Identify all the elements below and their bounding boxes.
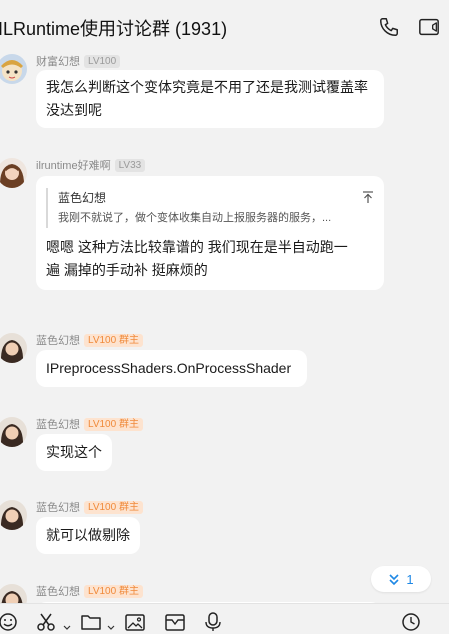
message-text: 实现这个 xyxy=(46,444,102,460)
sender-name[interactable]: 蓝色幻想 xyxy=(36,332,80,348)
jump-to-original-icon[interactable] xyxy=(362,190,374,204)
avatar[interactable] xyxy=(0,417,27,447)
avatar[interactable] xyxy=(0,158,27,188)
double-chevron-down-icon xyxy=(389,573,399,585)
scissors-icon[interactable] xyxy=(36,612,58,632)
inbox-icon[interactable] xyxy=(164,612,186,632)
sender-name[interactable]: 蓝色幻想 xyxy=(36,499,80,515)
group-title[interactable]: ILRuntime使用讨论群 (1931) xyxy=(0,15,227,41)
message-bubble[interactable]: IPreprocessShaders.OnProcessShader xyxy=(36,350,307,387)
input-toolbar xyxy=(0,603,449,634)
avatar[interactable] xyxy=(0,333,27,363)
clock-icon[interactable] xyxy=(401,612,421,632)
message-text: 就可以做剔除 xyxy=(46,527,130,543)
quote-text: 我刚不就说了，做个变体收集自动上报服务器的服务，... xyxy=(58,212,332,224)
quote-author: 蓝色幻想 xyxy=(58,191,107,205)
chevron-down-icon[interactable] xyxy=(63,618,71,634)
phone-icon[interactable] xyxy=(378,16,400,38)
sender-info: 财富幻想 LV100 xyxy=(36,53,123,69)
message-bubble[interactable]: 就可以做剔除 xyxy=(36,517,140,554)
message-list[interactable]: 财富幻想 LV100 我怎么判断这个变体究竟是不用了还是我测试覆盖率 没达到呢 … xyxy=(0,52,449,603)
sender-name[interactable]: ilruntime好难啊 xyxy=(36,157,111,173)
quoted-message[interactable]: 蓝色幻想 我刚不就说了，做个变体收集自动上报服务器的服务，... xyxy=(46,188,374,228)
new-message-count: 1 xyxy=(406,571,414,587)
level-badge: LV100 群主 xyxy=(84,500,143,514)
message-text: 遍 漏掉的手动补 挺麻烦的 xyxy=(46,262,208,278)
microphone-icon[interactable] xyxy=(204,612,222,632)
sender-info: ilruntime好难啊 LV33 xyxy=(36,157,148,173)
new-message-button[interactable]: 1 xyxy=(371,566,431,592)
owner-badge: 群主 xyxy=(118,418,139,430)
message-text: 嗯嗯 这种方法比较靠谱的 我们现在是半自动跑一 xyxy=(46,239,348,255)
level-badge: LV100 群主 xyxy=(84,584,143,598)
owner-badge: 群主 xyxy=(118,585,139,597)
level-badge: LV100 xyxy=(84,54,121,68)
message-text: 我怎么判断这个变体究竟是不用了还是我测试覆盖率 xyxy=(46,79,368,95)
emoji-icon[interactable] xyxy=(0,612,18,632)
owner-badge: 群主 xyxy=(118,501,139,513)
sender-info: 蓝色幻想 LV100 群主 xyxy=(36,416,146,432)
message-bubble[interactable]: 我怎么判断这个变体究竟是不用了还是我测试覆盖率 没达到呢 xyxy=(36,70,384,128)
avatar[interactable] xyxy=(0,500,27,530)
owner-badge: 群主 xyxy=(118,334,139,346)
avatar[interactable] xyxy=(0,584,27,603)
level-badge: LV100 群主 xyxy=(84,417,143,431)
avatar[interactable] xyxy=(0,54,27,84)
sender-info: 蓝色幻想 LV100 群主 xyxy=(36,332,146,348)
sender-info: 蓝色幻想 LV100 群主 xyxy=(36,499,146,515)
message-text: 没达到呢 xyxy=(46,102,102,118)
sender-name[interactable]: 财富幻想 xyxy=(36,53,80,69)
message-bubble[interactable]: 实现这个 xyxy=(36,434,112,471)
chat-header: ILRuntime使用讨论群 (1931) xyxy=(0,0,449,52)
video-call-icon[interactable] xyxy=(418,16,440,38)
sender-name[interactable]: 蓝色幻想 xyxy=(36,583,80,599)
chevron-down-icon[interactable] xyxy=(107,618,115,634)
message-text: IPreprocessShaders.OnProcessShader xyxy=(46,360,292,376)
level-badge: LV33 xyxy=(114,158,146,172)
level-badge: LV100 群主 xyxy=(84,333,143,347)
image-icon[interactable] xyxy=(124,612,146,632)
sender-info: 蓝色幻想 LV100 群主 xyxy=(36,583,146,599)
message-bubble[interactable]: 蓝色幻想 我刚不就说了，做个变体收集自动上报服务器的服务，... 嗯嗯 这种方法… xyxy=(36,176,384,290)
sender-name[interactable]: 蓝色幻想 xyxy=(36,416,80,432)
folder-icon[interactable] xyxy=(80,612,102,632)
